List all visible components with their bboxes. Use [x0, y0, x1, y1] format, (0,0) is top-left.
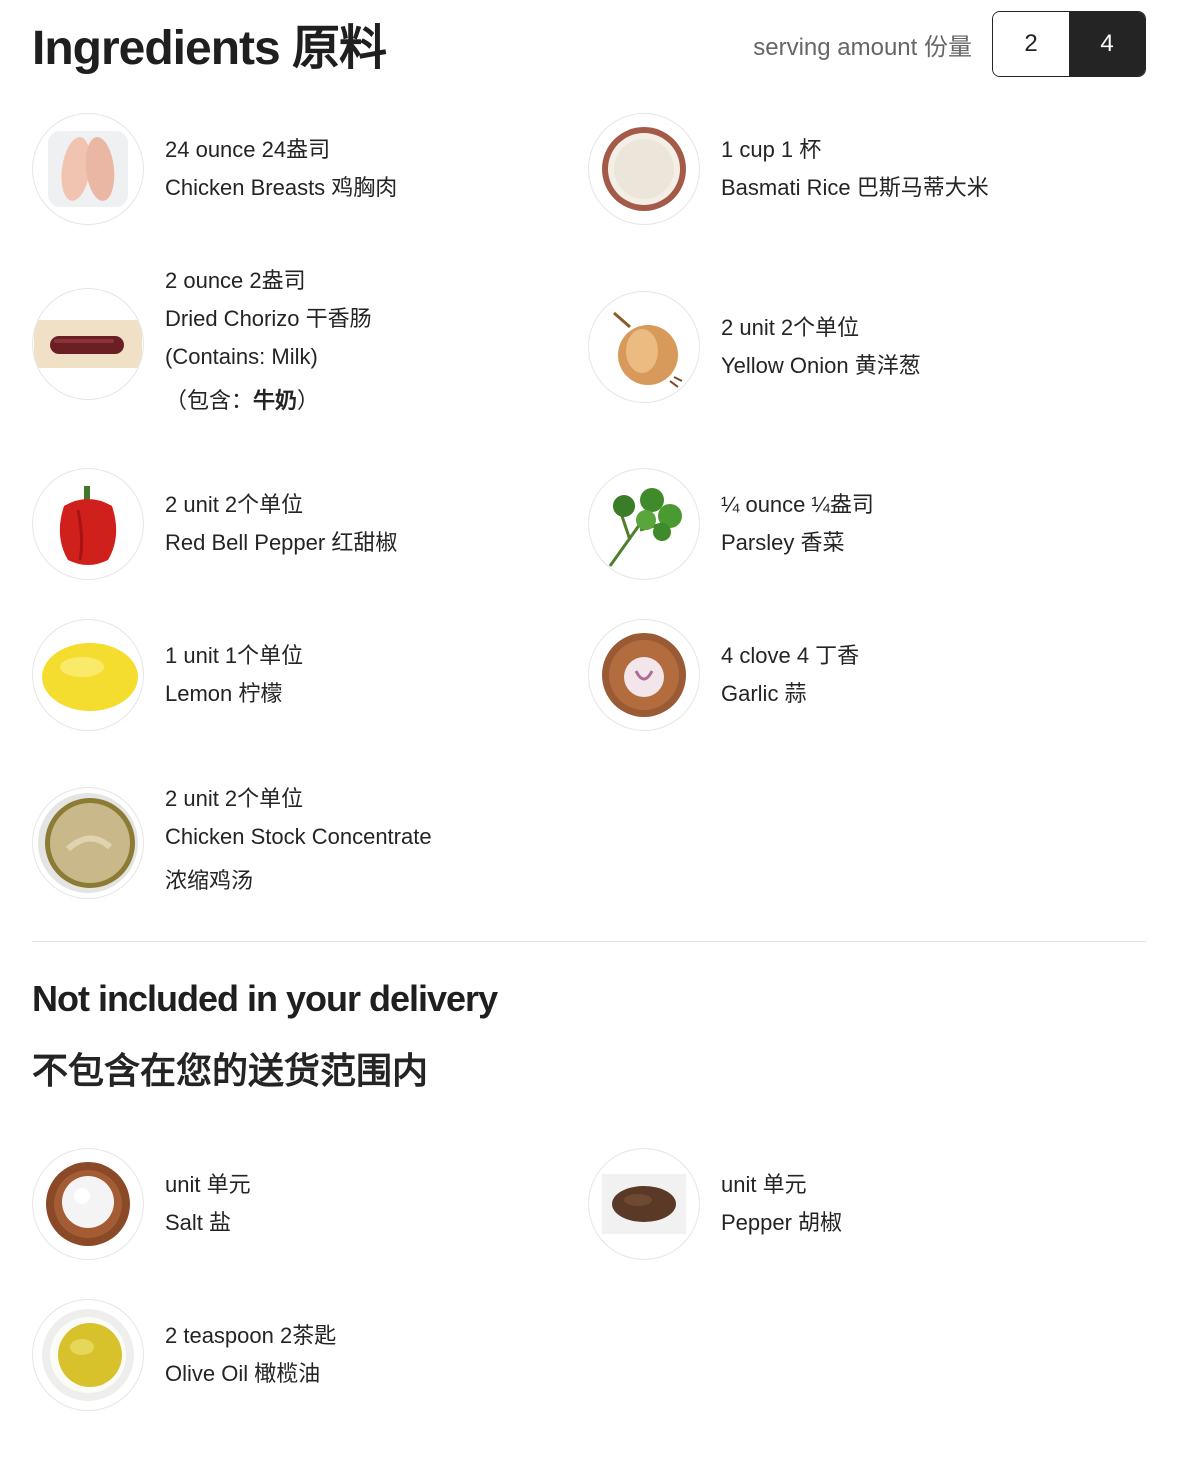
ingredient-name: Red Bell Pepper 红甜椒 — [165, 530, 398, 555]
onion-icon — [588, 291, 700, 403]
pantry-name: Pepper 胡椒 — [721, 1210, 843, 1235]
pantry-amount: unit 单元 — [721, 1172, 807, 1197]
ingredient-name: Dried Chorizo 干香肠 — [165, 306, 372, 331]
ingredient-name: Chicken Stock Concentrate — [165, 824, 432, 849]
ingredient-amount: 2 unit 2个单位 — [165, 786, 304, 811]
ingredient-amount: 1 unit 1个单位 — [165, 643, 304, 668]
section-divider — [32, 941, 1146, 942]
serving-label: serving amount 份量 — [753, 33, 972, 61]
chicken-stock-icon — [32, 787, 144, 899]
chorizo-icon — [32, 288, 144, 400]
parsley-icon — [588, 468, 700, 580]
ingredient-item: 2 ounce 2盎司 Dried Chorizo 干香肠 (Contains:… — [32, 262, 372, 426]
ingredient-name: Basmati Rice 巴斯马蒂大米 — [721, 175, 989, 200]
ingredient-amount: 1 cup 1 杯 — [721, 137, 822, 162]
ingredient-item: 2 unit 2个单位 Yellow Onion 黄洋葱 — [588, 291, 921, 403]
ingredient-name: Parsley 香菜 — [721, 530, 845, 555]
not-included-title: Not included in your delivery — [32, 978, 498, 1019]
serving-selector: serving amount 份量 2 4 — [753, 11, 1146, 77]
allergen-cn-milk: 牛奶 — [253, 388, 298, 413]
ingredient-name: Garlic 蒜 — [721, 681, 807, 706]
pepper-icon — [588, 1148, 700, 1260]
serving-option-2[interactable]: 2 — [993, 12, 1069, 76]
serving-toggle: 2 4 — [992, 11, 1146, 77]
pantry-amount: unit 单元 — [165, 1172, 251, 1197]
ingredient-item: 24 ounce 24盎司 Chicken Breasts 鸡胸肉 — [32, 113, 397, 225]
not-included-title-cn: 不包含在您的送货范围内 — [32, 1050, 429, 1091]
pantry-name: Olive Oil 橄榄油 — [165, 1361, 321, 1386]
ingredient-name: Lemon 柠檬 — [165, 681, 283, 706]
ingredients-header: Ingredients 原料 serving amount 份量 2 4 — [32, 0, 1146, 90]
ingredient-amount: 2 ounce 2盎司 — [165, 268, 306, 293]
olive-oil-icon — [32, 1299, 144, 1411]
bell-pepper-icon — [32, 468, 144, 580]
ingredient-amount: ¼ ounce ¼盎司 — [721, 492, 874, 517]
ingredient-item: 2 unit 2个单位 Chicken Stock Concentrate 浓缩… — [32, 780, 432, 906]
pantry-item: unit 单元 Salt 盐 — [32, 1148, 251, 1260]
garlic-icon — [588, 619, 700, 731]
allergen-cn-prefix: （包含： — [165, 388, 254, 413]
lemon-icon — [32, 619, 144, 731]
ingredient-amount: 24 ounce 24盎司 — [165, 137, 331, 162]
ingredient-name: Yellow Onion 黄洋葱 — [721, 353, 921, 378]
pantry-item: unit 单元 Pepper 胡椒 — [588, 1148, 842, 1260]
allergen-cn-suffix: ） — [297, 388, 320, 413]
salt-icon — [32, 1148, 144, 1260]
ingredient-item: ¼ ounce ¼盎司 Parsley 香菜 — [588, 468, 874, 580]
ingredient-name: Chicken Breasts 鸡胸肉 — [165, 175, 398, 200]
ingredient-amount: 4 clove 4 丁香 — [721, 643, 860, 668]
page-title: Ingredients 原料 — [32, 22, 387, 75]
ingredient-item: 4 clove 4 丁香 Garlic 蒜 — [588, 619, 859, 731]
ingredient-item: 1 unit 1个单位 Lemon 柠檬 — [32, 619, 303, 731]
serving-option-4[interactable]: 4 — [1069, 12, 1145, 76]
rice-icon — [588, 113, 700, 225]
allergen-note: (Contains: Milk) — [165, 344, 318, 369]
ingredient-name-cn: 浓缩鸡汤 — [165, 868, 254, 893]
pantry-item: 2 teaspoon 2茶匙 Olive Oil 橄榄油 — [32, 1299, 336, 1411]
ingredient-item: 1 cup 1 杯 Basmati Rice 巴斯马蒂大米 — [588, 113, 989, 225]
ingredient-amount: 2 unit 2个单位 — [721, 315, 860, 340]
ingredient-item: 2 unit 2个单位 Red Bell Pepper 红甜椒 — [32, 468, 397, 580]
allergen-note-cn: （包含：牛奶） — [165, 376, 372, 426]
pantry-name: Salt 盐 — [165, 1210, 232, 1235]
ingredient-amount: 2 unit 2个单位 — [165, 492, 304, 517]
chicken-breast-icon — [32, 113, 144, 225]
pantry-amount: 2 teaspoon 2茶匙 — [165, 1323, 337, 1348]
